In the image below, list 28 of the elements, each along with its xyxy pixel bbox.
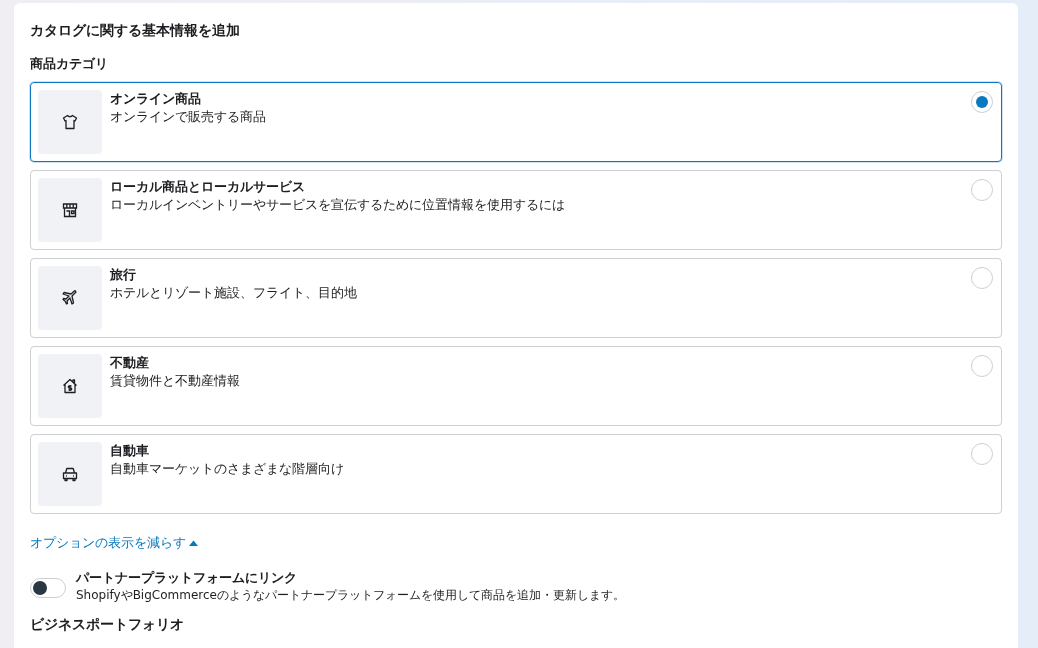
option-description: オンラインで販売する商品 — [110, 108, 267, 126]
section-title: ビジネスポートフォリオ — [30, 615, 185, 633]
option-title: 自動車 — [110, 442, 150, 460]
option-title: ローカル商品とローカルサービス — [110, 178, 306, 196]
option-title: オンライン商品 — [110, 90, 202, 108]
section-title: カタログに関する基本情報を追加 — [30, 21, 241, 39]
option-title: 不動産 — [110, 354, 150, 372]
option-description: ローカルインベントリーやサービスを宣伝するために位置情報を使用するには — [110, 196, 566, 214]
category-option[interactable]: 旅行 ホテルとリゾート施設、フライト、目的地 — [30, 258, 1002, 338]
option-description: 賃貸物件と不動産情報 — [110, 372, 241, 390]
toggle-title: パートナープラットフォームにリンク — [76, 569, 298, 587]
category-option[interactable]: ローカル商品とローカルサービス ローカルインベントリーやサービスを宣伝するために位置情報を使用するには — [30, 170, 1002, 250]
car-icon — [62, 466, 78, 482]
caret-up-icon — [189, 540, 198, 546]
shirt-icon — [62, 114, 78, 130]
store-icon — [62, 202, 78, 218]
category-option[interactable]: 自動車 自動車マーケットのさまざまな階層向け — [30, 434, 1002, 514]
category-option[interactable]: 不動産 賃貸物件と不動産情報 — [30, 346, 1002, 426]
toggle-switch[interactable] — [30, 578, 66, 598]
category-option[interactable]: オンライン商品 オンラインで販売する商品 — [30, 82, 1002, 162]
show-fewer-options-link[interactable]: オプションの表示を減らす — [30, 534, 186, 552]
option-description: 自動車マーケットのさまざまな階層向け — [110, 460, 345, 478]
option-description: ホテルとリゾート施設、フライト、目的地 — [110, 284, 358, 302]
airplane-icon — [62, 290, 78, 306]
option-title: 旅行 — [110, 266, 137, 284]
field-label: 商品カテゴリ — [30, 55, 109, 73]
toggle-description: ShopifyやBigCommerceのようなパートナープラットフォームを使用して商品を追加・更新します。 — [76, 587, 625, 603]
house-dollar-icon — [62, 378, 78, 394]
